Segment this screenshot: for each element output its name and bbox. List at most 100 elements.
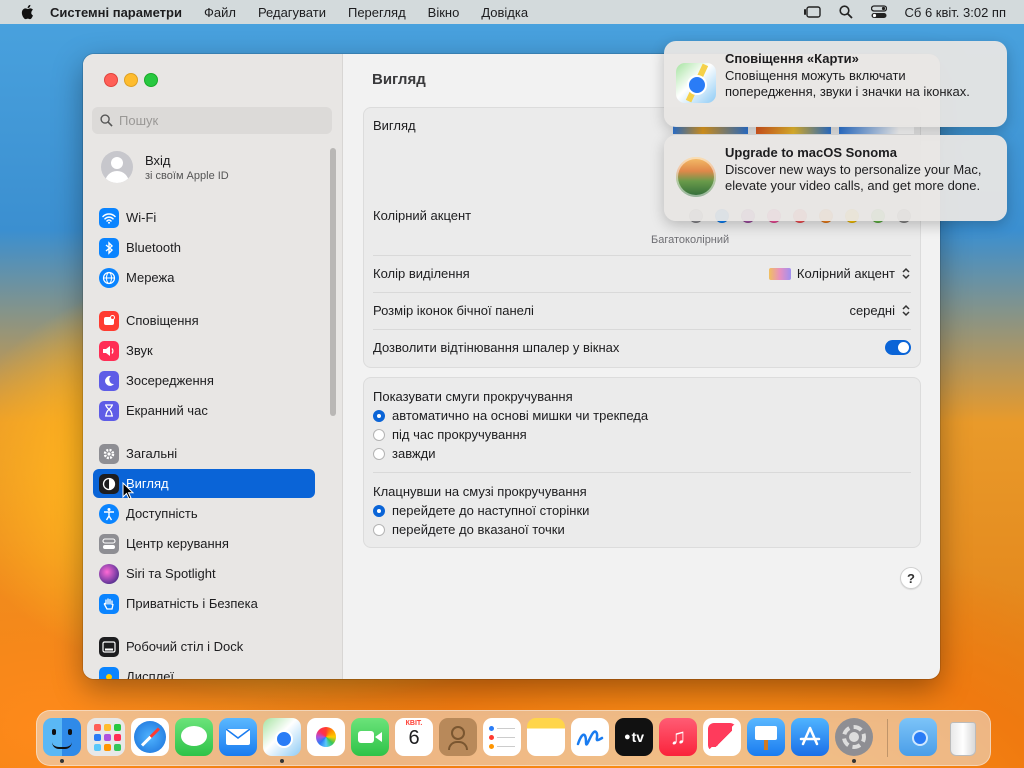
sidebar-item-network[interactable]: Мережа (93, 263, 315, 292)
sidebar-item-control-center[interactable]: Центр керування (93, 529, 315, 558)
account-subtitle: зі своїм Apple ID (145, 169, 229, 182)
menu-clock[interactable]: Сб 6 квіт. 3:02 пп (905, 5, 1007, 20)
accessibility-icon (99, 503, 119, 524)
menu-file[interactable]: Файл (204, 5, 236, 20)
click-option-clicked-spot[interactable]: перейдете до вказаної точки (373, 522, 565, 537)
notification-sonoma[interactable]: Upgrade to macOS Sonoma Discover new way… (664, 135, 1007, 221)
sidebar-item-desktop-dock[interactable]: Робочий стіл і Dock (93, 632, 315, 661)
radio-unselected[interactable] (373, 447, 385, 460)
close-window-button[interactable] (104, 73, 118, 87)
sidebar-item-label: Bluetooth (126, 240, 181, 255)
keynote-icon[interactable] (747, 718, 785, 756)
trash-icon[interactable] (943, 718, 981, 756)
help-label: ? (907, 570, 915, 586)
scrollbars-option-always[interactable]: завжди (373, 446, 436, 461)
sidebar-scrollbar[interactable] (330, 148, 336, 416)
notification-maps[interactable]: Сповіщення «Карти» Сповіщення можуть вкл… (664, 41, 1007, 127)
appearance-option-light[interactable] (756, 126, 831, 134)
music-icon[interactable]: ♫ (659, 718, 697, 756)
maps-icon[interactable] (263, 718, 301, 756)
sidebar-item-screen-time[interactable]: Екранний час (93, 396, 315, 425)
system-settings-icon[interactable] (835, 718, 873, 756)
control-center-icon (99, 533, 119, 554)
sidebar-item-label: Звук (126, 343, 153, 358)
running-indicator (60, 759, 64, 763)
sidebar-item-label: Мережа (126, 270, 175, 285)
messages-icon[interactable] (175, 718, 213, 756)
photos-icon[interactable] (307, 718, 345, 756)
appearance-option-dark[interactable] (839, 126, 914, 134)
maps-icon (676, 63, 716, 103)
stage-manager-icon[interactable] (803, 5, 821, 19)
control-center-icon[interactable] (870, 5, 887, 19)
highlight-popup[interactable]: Колірний акцент (768, 266, 911, 281)
calendar-icon[interactable]: КВІТ. 6 (395, 718, 433, 756)
dock-icon (99, 636, 119, 657)
freeform-icon[interactable] (571, 718, 609, 756)
zoom-window-button[interactable] (144, 73, 158, 87)
highlight-row: Колір виділення Колірний акцент (373, 266, 911, 281)
appearance-option-auto[interactable] (673, 126, 748, 134)
menu-help[interactable]: Довідка (481, 5, 528, 20)
scrollbars-option-scrolling[interactable]: під час прокручування (373, 427, 527, 442)
reminders-icon[interactable] (483, 718, 521, 756)
highlight-swatch (768, 267, 791, 280)
bluetooth-icon (99, 237, 119, 258)
mail-icon[interactable] (219, 718, 257, 756)
icon-size-value: середні (849, 303, 895, 318)
menu-edit[interactable]: Редагувати (258, 5, 326, 20)
notification-title: Сповіщення «Карти» (725, 51, 859, 66)
globe-icon (99, 267, 119, 288)
gear-icon (99, 443, 119, 464)
sidebar-item-bluetooth[interactable]: Bluetooth (93, 233, 315, 262)
apple-id-signin[interactable]: Вхід зі своїм Apple ID (101, 151, 229, 183)
contacts-icon[interactable] (439, 718, 477, 756)
menu-view[interactable]: Перегляд (348, 5, 406, 20)
finder-icon[interactable] (43, 718, 81, 756)
highlight-label: Колір виділення (373, 266, 470, 281)
search-placeholder: Пошук (119, 113, 159, 128)
click-option-next-page[interactable]: перейдете до наступної сторінки (373, 503, 589, 518)
option-label: під час прокручування (392, 427, 527, 442)
sidebar-search-field[interactable]: Пошук (92, 107, 332, 134)
news-icon[interactable] (703, 718, 741, 756)
tv-label: tv (631, 729, 645, 745)
scrollbars-option-auto[interactable]: автоматично на основі мишки чи трекпеда (373, 408, 648, 423)
tv-icon[interactable]: ● tv (615, 718, 653, 756)
help-button[interactable]: ? (900, 567, 922, 589)
downloads-folder-icon[interactable] (899, 718, 937, 756)
menu-app-name[interactable]: Системні параметри (50, 5, 182, 20)
safari-icon[interactable] (131, 718, 169, 756)
running-indicator (852, 759, 856, 763)
sidebar-item-wifi[interactable]: Wi-Fi (93, 203, 315, 232)
sidebar-item-siri[interactable]: Siri та Spotlight (93, 559, 315, 588)
sidebar-item-focus[interactable]: Зосередження (93, 366, 315, 395)
icon-size-popup[interactable]: середні (849, 303, 911, 318)
minimize-window-button[interactable] (124, 73, 138, 87)
sidebar-item-privacy[interactable]: Приватність і Безпека (93, 589, 315, 618)
radio-selected[interactable] (373, 504, 385, 517)
siri-icon (99, 563, 119, 584)
radio-unselected[interactable] (373, 523, 385, 536)
sidebar-item-notifications[interactable]: Сповіщення (93, 306, 315, 335)
hourglass-icon (99, 400, 119, 421)
tint-toggle[interactable] (885, 340, 911, 355)
icon-size-label: Розмір іконок бічної панелі (373, 303, 534, 318)
apple-logo-icon[interactable] (18, 4, 36, 20)
menu-window[interactable]: Вікно (428, 5, 460, 20)
radio-selected[interactable] (373, 409, 385, 422)
spotlight-search-icon[interactable] (838, 5, 853, 19)
sidebar-item-sound[interactable]: Звук (93, 336, 315, 365)
sidebar-item-accessibility[interactable]: Доступність (93, 499, 315, 528)
menu-bar: Системні параметри Файл Редагувати Перег… (0, 0, 1024, 24)
appstore-icon[interactable] (791, 718, 829, 756)
radio-unselected[interactable] (373, 428, 385, 441)
sidebar-item-general[interactable]: Загальні (93, 439, 315, 468)
notes-icon[interactable] (527, 718, 565, 756)
launchpad-icon[interactable] (87, 718, 125, 756)
dock: КВІТ. 6 ● tv ♫ (36, 710, 991, 766)
facetime-icon[interactable] (351, 718, 389, 756)
macos-sonoma-icon (676, 157, 716, 197)
sidebar-item-displays[interactable]: Дисплеї (93, 662, 315, 679)
calendar-day: 6 (408, 727, 420, 749)
